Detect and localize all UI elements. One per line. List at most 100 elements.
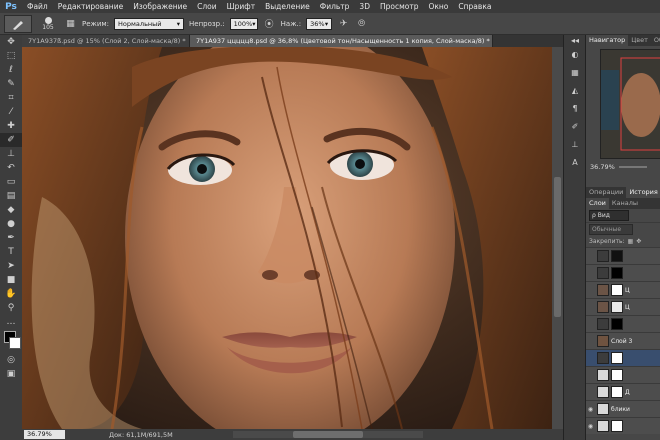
healing-brush-tool-icon[interactable]: ✚ xyxy=(0,119,22,133)
layer-row[interactable]: ◉ xyxy=(586,417,660,434)
tool-preset-picker[interactable] xyxy=(4,14,32,33)
layer-row[interactable] xyxy=(586,247,660,264)
character-panel-icon[interactable]: A xyxy=(564,153,586,171)
layer-row[interactable] xyxy=(586,349,660,366)
horizontal-scrollbar[interactable] xyxy=(232,431,423,438)
zoom-tool-icon[interactable]: ⚲ xyxy=(0,301,22,315)
tab-history[interactable]: История xyxy=(626,187,660,198)
layer-row[interactable]: Слой 3 xyxy=(586,332,660,349)
dodge-tool-icon[interactable]: ● xyxy=(0,217,22,231)
visibility-toggle[interactable] xyxy=(586,303,595,312)
layer-mask-thumbnail[interactable] xyxy=(611,250,623,262)
path-select-tool-icon[interactable]: ➤ xyxy=(0,259,22,273)
layer-mask-thumbnail[interactable] xyxy=(611,267,623,279)
airbrush-icon[interactable]: ✈ xyxy=(337,17,350,30)
type-tool-icon[interactable]: T xyxy=(0,245,22,259)
visibility-toggle[interactable] xyxy=(586,320,595,329)
opacity-field[interactable]: 100% ▾ xyxy=(229,17,258,30)
shape-tool-icon[interactable]: ■ xyxy=(0,273,22,287)
tab-layers[interactable]: Слои xyxy=(586,198,609,209)
menu-layers[interactable]: Слои xyxy=(192,0,222,13)
layer-row[interactable]: Ц xyxy=(586,281,660,298)
menu-window[interactable]: Окно xyxy=(423,0,453,13)
layer-row[interactable] xyxy=(586,315,660,332)
menu-edit[interactable]: Редактирование xyxy=(53,0,128,13)
layer-mask-thumbnail[interactable] xyxy=(611,318,623,330)
menu-type[interactable]: Шрифт xyxy=(222,0,260,13)
navigator-preview[interactable] xyxy=(600,49,660,159)
clone-stamp-tool-icon[interactable]: ⊥ xyxy=(0,147,22,161)
pressure-size-icon[interactable]: ⦾ xyxy=(355,17,368,30)
background-color-swatch[interactable] xyxy=(9,337,21,349)
document-tab[interactable]: 7Y1A937ß.psd @ 15% (Слой 2, Слой-маска/8… xyxy=(22,35,190,47)
visibility-toggle[interactable] xyxy=(586,337,595,346)
screen-mode-icon[interactable]: ▣ xyxy=(0,367,22,381)
brush-panel-icon[interactable]: ▦ xyxy=(64,17,77,30)
visibility-toggle[interactable] xyxy=(586,286,595,295)
canvas[interactable] xyxy=(22,47,552,429)
marquee-tool-icon[interactable]: ⬚ xyxy=(0,49,22,63)
styles-panel-icon[interactable]: ¶ xyxy=(564,99,586,117)
navigator-zoom-value[interactable]: 36.79% xyxy=(590,162,615,172)
collapse-icon[interactable]: ◂◂ xyxy=(564,35,586,45)
visibility-toggle[interactable] xyxy=(586,388,595,397)
document-tab-active[interactable]: 7Y1A937 ццццц8.psd @ 36,8% (Цветовой тон… xyxy=(190,35,493,47)
eraser-tool-icon[interactable]: ▭ xyxy=(0,175,22,189)
layer-row[interactable] xyxy=(586,366,660,383)
visibility-toggle[interactable] xyxy=(586,354,595,363)
tab-swatches[interactable]: Образ xyxy=(651,35,660,46)
layer-filter-select[interactable]: ρ Вид xyxy=(589,210,629,221)
visibility-toggle[interactable] xyxy=(586,252,595,261)
tab-channels[interactable]: Каналы xyxy=(609,198,641,209)
layer-mask-thumbnail[interactable] xyxy=(611,386,623,398)
swatches-panel-icon[interactable]: ▦ xyxy=(564,63,586,81)
scroll-thumb[interactable] xyxy=(292,431,363,438)
layer-row[interactable]: Ц xyxy=(586,298,660,315)
brush-tool-icon[interactable]: ✐ xyxy=(0,133,22,147)
menu-filter[interactable]: Фильтр xyxy=(315,0,355,13)
history-brush-tool-icon[interactable]: ↶ xyxy=(0,161,22,175)
visibility-toggle[interactable] xyxy=(586,371,595,380)
quick-mask-icon[interactable]: ◎ xyxy=(0,353,22,367)
brush-panel-icon[interactable]: ✐ xyxy=(564,117,586,135)
layer-mask-thumbnail[interactable] xyxy=(611,301,623,313)
layer-mask-thumbnail[interactable] xyxy=(611,352,623,364)
menu-help[interactable]: Справка xyxy=(453,0,496,13)
quick-select-tool-icon[interactable]: ✎ xyxy=(0,77,22,91)
hand-tool-icon[interactable]: ✋ xyxy=(0,287,22,301)
layer-row[interactable]: ◉ блики xyxy=(586,400,660,417)
extra-tools-icon[interactable]: … xyxy=(0,315,22,329)
menu-file[interactable]: Файл xyxy=(22,0,53,13)
lock-position-icon[interactable]: ✥ xyxy=(636,238,641,245)
visibility-toggle[interactable] xyxy=(586,269,595,278)
crop-tool-icon[interactable]: ⌗ xyxy=(0,91,22,105)
scroll-thumb[interactable] xyxy=(554,177,561,317)
tab-navigator[interactable]: Навигатор xyxy=(586,35,629,46)
layer-row[interactable] xyxy=(586,264,660,281)
layer-mask-thumbnail[interactable] xyxy=(611,284,623,296)
layer-mask-thumbnail[interactable] xyxy=(611,420,623,432)
gradient-tool-icon[interactable]: ▤ xyxy=(0,189,22,203)
document-size-info[interactable]: Док: 61,1M/691,5M xyxy=(109,431,173,439)
menu-view[interactable]: Просмотр xyxy=(375,0,424,13)
clone-source-panel-icon[interactable]: ⊥ xyxy=(564,135,586,153)
navigator-zoom-slider[interactable] xyxy=(618,166,647,168)
zoom-field[interactable]: 36.79% xyxy=(24,430,65,439)
tab-color[interactable]: Цвет xyxy=(628,35,651,46)
adjustments-panel-icon[interactable]: ◭ xyxy=(564,81,586,99)
tab-actions[interactable]: Операции xyxy=(586,187,626,198)
menu-select[interactable]: Выделение xyxy=(260,0,315,13)
blur-tool-icon[interactable]: ◆ xyxy=(0,203,22,217)
brush-size-picker[interactable]: 105 xyxy=(37,16,59,32)
menu-3d[interactable]: 3D xyxy=(354,0,375,13)
eye-icon[interactable]: ◉ xyxy=(586,422,595,431)
layer-row[interactable]: Д xyxy=(586,383,660,400)
color-panel-icon[interactable]: ◐ xyxy=(564,45,586,63)
move-tool-icon[interactable]: ✥ xyxy=(0,35,22,49)
vertical-scrollbar[interactable] xyxy=(552,47,563,429)
lock-pixels-icon[interactable]: ▦ xyxy=(628,238,634,245)
eye-icon[interactable]: ◉ xyxy=(586,405,595,414)
blend-mode-select[interactable]: Обычные xyxy=(589,223,633,235)
color-swatches[interactable] xyxy=(0,329,22,353)
pressure-field[interactable]: 36% ▾ xyxy=(306,17,333,30)
